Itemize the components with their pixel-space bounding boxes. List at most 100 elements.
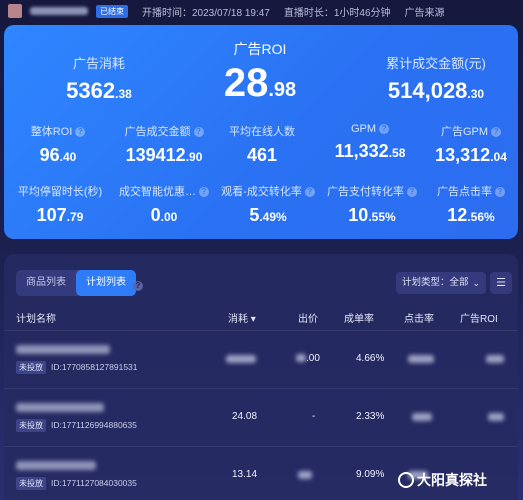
col-bid: 出价 [298, 314, 318, 325]
bid-value: - [312, 411, 316, 422]
stat-value: 96 [39, 145, 60, 165]
ad-source: 广告来源 [404, 7, 445, 19]
plan-id: ID:1770858127891531 [51, 362, 138, 372]
spend-value: 24.08 [232, 411, 258, 422]
stat-smart-discount: 成交智能优惠…? 0.00 [112, 183, 216, 226]
filter-menu-icon[interactable]: ☰ [490, 272, 512, 294]
stat-ad-gmv: 广告成交金额? 139412.90 [114, 123, 214, 166]
stat-label: 广告ROI [233, 41, 287, 57]
stat-label: 广告支付转化率 [327, 186, 404, 198]
stat-decimal: .56% [467, 210, 495, 224]
duration: 直播时长：1小时46分钟 [283, 7, 391, 19]
ctr-blurred [408, 355, 434, 363]
start-time: 开播时间：2023/07/18 19:47 [142, 7, 270, 19]
stat-avg-stay: 平均停留时长(秒) 107.79 [12, 183, 108, 226]
tab-group: 商品列表 计划列表 [16, 270, 136, 296]
watermark-text: 大阳真探社 [417, 472, 487, 488]
col-ctr: 点击率 [404, 314, 434, 325]
help-icon[interactable]: ? [193, 127, 204, 138]
stat-value: 139412 [125, 145, 186, 165]
stat-label: 平均在线人数 [229, 126, 295, 138]
plan-name-blurred [16, 461, 96, 470]
stat-label: 广告成交金额 [124, 126, 191, 138]
col-plan-name: 计划名称 [16, 314, 56, 325]
stat-value: 107 [36, 205, 67, 225]
stat-watch-conversion: 观看-成交转化率? 5.49% [216, 183, 320, 226]
stat-decimal: .79 [66, 210, 84, 224]
stat-decimal: .58 [388, 146, 406, 160]
stat-label: 平均停留时长(秒) [17, 186, 103, 198]
stat-decimal: .04 [490, 150, 507, 164]
help-icon[interactable]: ? [379, 124, 390, 135]
stat-gpm: GPM? 11,332.58 [320, 123, 420, 162]
help-icon[interactable]: ? [304, 187, 315, 198]
select-value: 计划类型：全部 [402, 277, 469, 288]
stat-ad-gpm: 广告GPM? 13,312.04 [428, 123, 514, 166]
sort-icon: ▾ [250, 314, 256, 325]
roi-blurred [486, 355, 504, 363]
stat-label: 观看-成交转化率 [221, 186, 302, 198]
col-order-rate: 成单率 [344, 314, 374, 325]
tab-plans[interactable]: 计划列表 [76, 270, 136, 296]
stat-ad-ctr: 广告点击率? 12.56% [428, 183, 514, 226]
status-badge: 未投放 [16, 361, 46, 374]
stat-label: 广告点击率 [437, 186, 492, 198]
order-rate-value: 9.09% [356, 469, 385, 480]
stat-value: 12 [447, 205, 468, 225]
table-header: 计划名称 消耗 ▾ 出价 成单率 点击率 广告ROI [4, 306, 518, 328]
stat-value: 5362 [66, 78, 116, 103]
stat-decimal: .40 [59, 150, 77, 164]
help-icon[interactable]: ? [495, 187, 505, 198]
avatar [8, 4, 22, 18]
help-icon[interactable]: ? [407, 187, 417, 198]
help-icon[interactable]: ? [491, 127, 502, 138]
stat-decimal: .90 [185, 150, 203, 164]
stat-ad-spend: 广告消耗 5362.38 [44, 53, 154, 104]
col-spend[interactable]: 消耗 ▾ [228, 310, 256, 325]
stat-label: 整体ROI [30, 126, 73, 138]
plan-name-blurred [16, 345, 110, 354]
ctr-blurred [412, 413, 432, 421]
plan-id: ID:1771127084030035 [51, 478, 137, 488]
bid-value: .00 [296, 353, 320, 364]
table-row[interactable]: 未投放 ID:1770858127891531 .00 4.66% [4, 330, 518, 386]
stat-value: 514,028 [387, 78, 468, 103]
stat-label: 成交智能优惠… [119, 186, 196, 198]
stat-value: 10 [348, 205, 369, 225]
help-icon[interactable]: ? [75, 127, 86, 138]
tab-products[interactable]: 商品列表 [16, 270, 76, 296]
help-icon[interactable]: ? [199, 187, 209, 198]
stat-ad-pay-conversion: 广告支付转化率? 10.55% [322, 183, 422, 226]
table-row[interactable]: 未投放 ID:1771126994880635 24.08 - 2.33% [4, 388, 518, 444]
stat-decimal: .30 [467, 87, 485, 101]
plan-type-select[interactable]: 计划类型：全部 ⌄ [396, 272, 486, 294]
stat-label: GPM [350, 123, 377, 135]
stat-decimal: .38 [115, 87, 132, 101]
status-badge: 已结束 [96, 4, 128, 18]
spend-blurred [226, 355, 256, 363]
stat-decimal: .49% [259, 210, 287, 224]
account-name-blurred [30, 7, 88, 15]
chevron-down-icon: ⌄ [472, 278, 480, 288]
help-icon[interactable]: ? [133, 280, 143, 291]
plan-panel: 商品列表 计划列表 ? 计划类型：全部 ⌄ ☰ 计划名称 消耗 ▾ 出价 成单率… [4, 254, 518, 500]
order-rate-value: 2.33% [356, 411, 385, 422]
col-ad-roi: 广告ROI [460, 314, 498, 325]
stat-value: 0 [150, 205, 161, 225]
stat-value: 13,312 [435, 145, 491, 165]
stat-label: 广告消耗 [72, 56, 125, 71]
status-badge: 未投放 [16, 477, 46, 490]
stat-value: 28 [223, 61, 269, 105]
stat-decimal: .98 [268, 79, 297, 101]
stat-value: 5 [249, 205, 260, 225]
stats-card: 广告消耗 5362.38 广告ROI 28.98 累计成交金额(元) 514,0… [4, 25, 518, 239]
stat-avg-online: 平均在线人数 461 [222, 123, 302, 166]
stat-gmv-total: 累计成交金额(元) 514,028.30 [366, 53, 506, 104]
stat-decimal: .55% [368, 210, 396, 224]
stat-value: 11,332 [334, 141, 389, 161]
spend-value: 13.14 [232, 469, 258, 480]
stat-label: 广告GPM [440, 126, 489, 138]
col-spend-label: 消耗 [228, 314, 248, 325]
plan-name-blurred [16, 403, 104, 412]
watermark-icon [398, 472, 414, 489]
